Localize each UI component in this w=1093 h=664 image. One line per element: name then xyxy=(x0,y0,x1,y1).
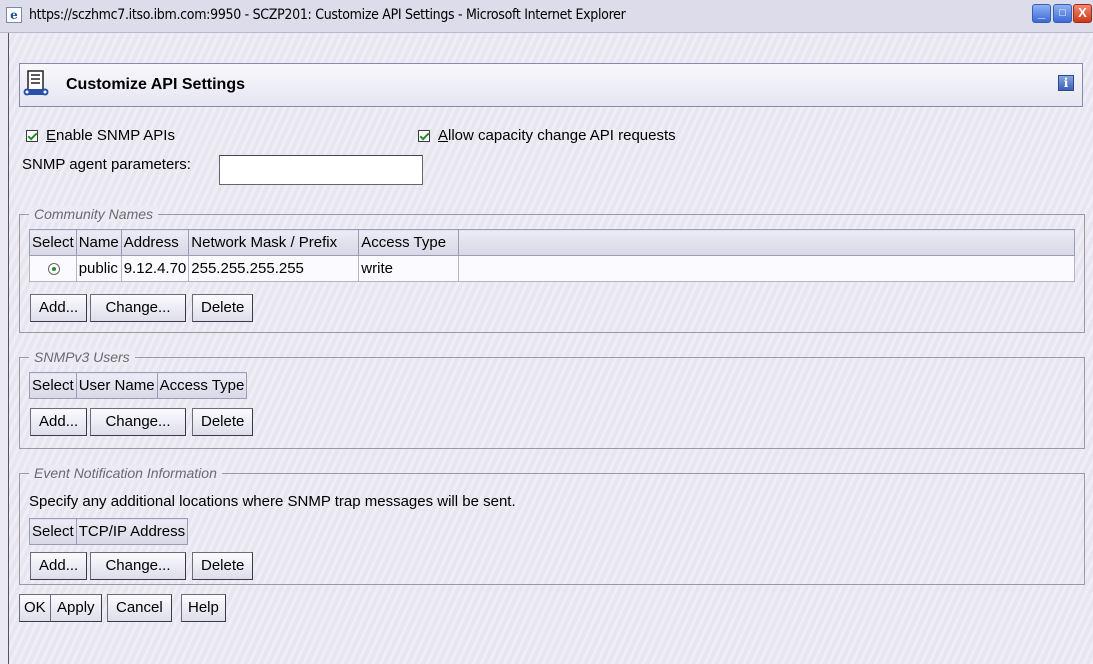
community-add-button[interactable]: Add... xyxy=(30,294,88,322)
snmpv3-users-table: Select User Name Access Type xyxy=(29,372,248,399)
table-header-row: Select User Name Access Type xyxy=(29,372,248,399)
community-names-group: Community Names Select Name Address Netw… xyxy=(19,206,1085,333)
event-notification-description: Specify any additional locations where S… xyxy=(29,493,516,510)
column-header[interactable]: User Name xyxy=(75,372,158,399)
enable-snmp-label[interactable]: Enable SNMP APIs xyxy=(46,127,175,144)
column-header[interactable]: Access Type xyxy=(156,372,248,399)
column-header[interactable]: Network Mask / Prefix xyxy=(188,229,360,256)
page-header: Customize API Settings i xyxy=(19,63,1083,107)
column-header[interactable]: Address xyxy=(120,229,190,256)
table-header-row: Select TCP/IP Address xyxy=(29,518,189,545)
name-cell: public xyxy=(75,255,122,282)
community-names-legend: Community Names xyxy=(29,206,159,222)
allow-capacity-label[interactable]: Allow capacity change API requests xyxy=(438,127,676,144)
event-delete-button[interactable]: Delete xyxy=(192,552,254,580)
close-button[interactable]: X xyxy=(1073,4,1092,23)
allow-capacity-option[interactable]: Allow capacity change API requests xyxy=(418,127,676,144)
snmp-agent-input[interactable] xyxy=(219,155,423,185)
event-notification-legend: Event Notification Information xyxy=(29,465,222,481)
event-notification-table: Select TCP/IP Address xyxy=(29,518,189,545)
column-header[interactable]: Select xyxy=(29,518,77,545)
enable-snmp-option[interactable]: Enable SNMP APIs xyxy=(26,127,175,144)
column-header[interactable]: Access Type xyxy=(358,229,460,256)
column-header[interactable]: Select xyxy=(29,372,77,399)
enable-snmp-checkbox[interactable] xyxy=(26,129,38,142)
page-title: Customize API Settings xyxy=(66,76,245,93)
snmpv3-users-legend: SNMPv3 Users xyxy=(29,349,135,365)
community-names-table: Select Name Address Network Mask / Prefi… xyxy=(29,229,1075,282)
help-button[interactable]: Help xyxy=(181,594,226,622)
column-header-filler xyxy=(458,229,1075,256)
select-cell[interactable] xyxy=(29,255,77,282)
row-select-radio[interactable] xyxy=(48,263,60,276)
address-cell: 9.12.4.70 xyxy=(120,255,190,282)
apply-button[interactable]: Apply xyxy=(50,594,102,622)
customize-settings-icon xyxy=(23,70,49,96)
snmpv3-add-button[interactable]: Add... xyxy=(30,408,88,436)
row-filler xyxy=(458,255,1075,282)
snmpv3-delete-button[interactable]: Delete xyxy=(192,408,254,436)
table-header-row: Select Name Address Network Mask / Prefi… xyxy=(29,229,1075,256)
column-header[interactable]: Name xyxy=(75,229,122,256)
community-change-button[interactable]: Change... xyxy=(90,294,186,322)
snmpv3-change-button[interactable]: Change... xyxy=(90,408,186,436)
allow-capacity-checkbox[interactable] xyxy=(418,129,430,142)
ok-button[interactable]: OK xyxy=(19,594,51,622)
internet-explorer-icon[interactable]: e xyxy=(6,7,22,23)
window-title: https://sczhmc7.itso.ibm.com:9950 - SCZP… xyxy=(29,7,626,23)
snmp-agent-label: SNMP agent parameters: xyxy=(22,156,191,173)
column-header[interactable]: TCP/IP Address xyxy=(75,518,189,545)
community-delete-button[interactable]: Delete xyxy=(192,294,254,322)
cancel-button[interactable]: Cancel xyxy=(107,594,172,622)
column-header[interactable]: Select xyxy=(29,229,77,256)
minimize-button[interactable]: _ xyxy=(1032,4,1051,23)
event-change-button[interactable]: Change... xyxy=(90,552,186,580)
page-content: Customize API Settings i Enable SNMP API… xyxy=(9,33,1093,664)
snmpv3-users-group: SNMPv3 Users Select User Name Access Typ… xyxy=(19,349,1085,449)
table-row[interactable]: public 9.12.4.70 255.255.255.255 write xyxy=(29,255,1075,282)
info-icon[interactable]: i xyxy=(1058,75,1074,91)
access-cell: write xyxy=(358,255,460,282)
window-titlebar: e https://sczhmc7.itso.ibm.com:9950 - SC… xyxy=(0,0,1093,33)
maximize-button[interactable]: □ xyxy=(1053,4,1072,23)
mask-cell: 255.255.255.255 xyxy=(188,255,360,282)
event-notification-group: Event Notification Information Specify a… xyxy=(19,465,1085,585)
event-add-button[interactable]: Add... xyxy=(30,552,88,580)
